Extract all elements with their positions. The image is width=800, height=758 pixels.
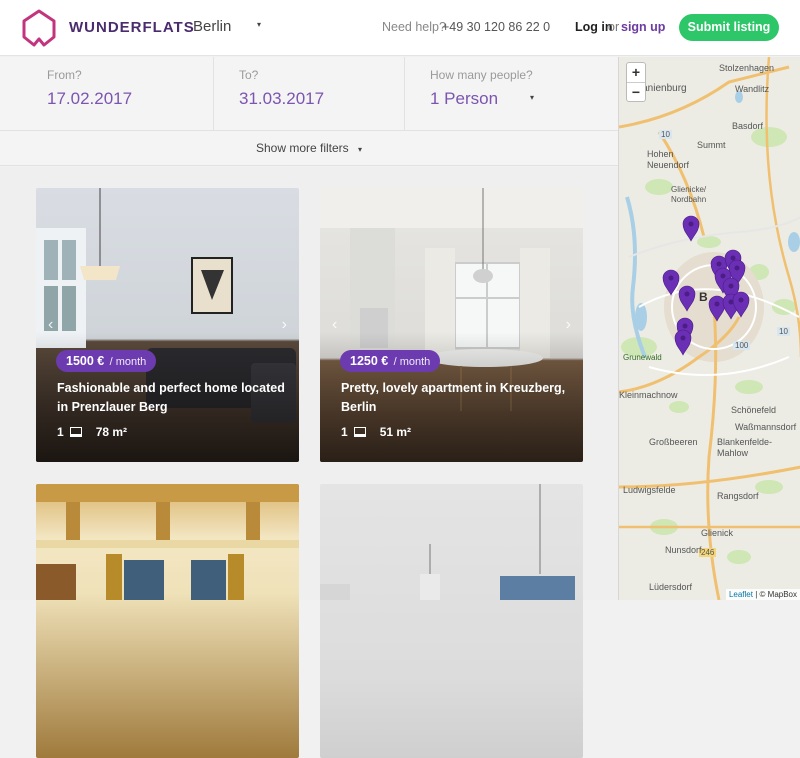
chevron-down-icon[interactable]: ▾ (257, 20, 261, 29)
price-amount: 1500 € (66, 354, 105, 368)
or-text: or (608, 20, 620, 34)
listing-photo (36, 484, 299, 600)
attribution-separator: | (755, 590, 758, 599)
listing-photo (320, 484, 575, 600)
show-more-filters-label: Show more filters (255, 141, 349, 155)
brand-name[interactable]: WUNDERFLATS (69, 19, 195, 36)
price-period: / month (109, 356, 147, 368)
listing-pin-icon[interactable] (682, 215, 700, 242)
map-attribution: Leaflet | © MapBox (725, 589, 800, 600)
from-date-value[interactable]: 17.02.2017 (47, 89, 132, 109)
listing-pin-icon[interactable] (662, 269, 680, 296)
bed-count: 1 (341, 425, 348, 439)
next-photo-icon[interactable]: › (566, 316, 571, 334)
to-date-filter[interactable]: To? 31.03.2017 (214, 57, 405, 131)
listing-pin-icon[interactable] (678, 285, 696, 312)
apartment-size: 78 m² (95, 425, 128, 439)
listing-card[interactable] (36, 484, 299, 758)
previous-photo-icon[interactable]: ‹ (332, 316, 337, 334)
chevron-down-icon: ▾ (358, 145, 363, 154)
people-filter[interactable]: How many people? 1 Person (405, 57, 618, 131)
zoom-out-button[interactable]: − (627, 83, 645, 103)
search-filters: From? 17.02.2017 To? 31.03.2017 How many… (0, 57, 618, 131)
next-photo-icon[interactable]: › (282, 316, 287, 334)
listing-title[interactable]: Fashionable and perfect home located in … (57, 379, 287, 417)
to-date-value[interactable]: 31.03.2017 (239, 89, 324, 109)
bed-icon (69, 427, 82, 437)
bed-count: 1 (57, 425, 64, 439)
login-link[interactable]: Log in (575, 20, 613, 34)
wunderflats-logo-icon[interactable] (22, 9, 56, 47)
people-value[interactable]: 1 Person (430, 89, 498, 109)
signup-link[interactable]: sign up (621, 20, 665, 34)
listing-pin-icon[interactable] (732, 291, 750, 318)
support-phone[interactable]: +49 30 120 86 22 0 (442, 20, 550, 34)
apartment-size: 51 m² (379, 425, 412, 439)
listing-card[interactable] (320, 484, 583, 758)
listing-details: 1 51 m² (341, 425, 411, 439)
price-badge: 1500 € / month (56, 350, 157, 372)
mapbox-credit[interactable]: © MapBox (760, 590, 797, 599)
from-date-filter[interactable]: From? 17.02.2017 (0, 57, 214, 131)
bed-icon (353, 427, 366, 437)
listing-title[interactable]: Pretty, lovely apartment in Kreuzberg, B… (341, 379, 571, 417)
help-text: Need help? (382, 20, 446, 34)
to-label: To? (239, 68, 259, 82)
show-more-filters-button[interactable]: Show more filters ▾ (0, 131, 618, 166)
listing-details: 1 78 m² (57, 425, 127, 439)
price-amount: 1250 € (350, 354, 389, 368)
listing-pin-icon[interactable] (708, 295, 726, 322)
listings-map[interactable]: 10 10 100 246 Stolzenhagen Wandlitz Oran… (618, 57, 800, 600)
listing-pin-icon[interactable] (674, 329, 692, 356)
listing-card[interactable]: ‹ › 1500 € / month Fashionable and perfe… (36, 188, 299, 462)
zoom-controls: + − (626, 62, 646, 102)
people-label: How many people? (430, 68, 533, 82)
listing-card[interactable]: ‹ › 1250 € / month Pretty, lovely apartm… (320, 188, 583, 462)
city-selector[interactable]: Berlin (193, 18, 231, 35)
from-label: From? (47, 68, 82, 82)
price-period: / month (393, 356, 431, 368)
top-navigation-bar: WUNDERFLATS Berlin ▾ Need help? +49 30 1… (0, 0, 800, 56)
submit-listing-button[interactable]: Submit listing (679, 14, 779, 41)
leaflet-link[interactable]: Leaflet (729, 590, 753, 599)
price-badge: 1250 € / month (340, 350, 441, 372)
map-markers (662, 215, 750, 356)
listing-grid: ‹ › 1500 € / month Fashionable and perfe… (0, 167, 618, 758)
previous-photo-icon[interactable]: ‹ (48, 316, 53, 334)
zoom-in-button[interactable]: + (627, 63, 645, 83)
chevron-down-icon[interactable]: ▾ (530, 93, 534, 102)
